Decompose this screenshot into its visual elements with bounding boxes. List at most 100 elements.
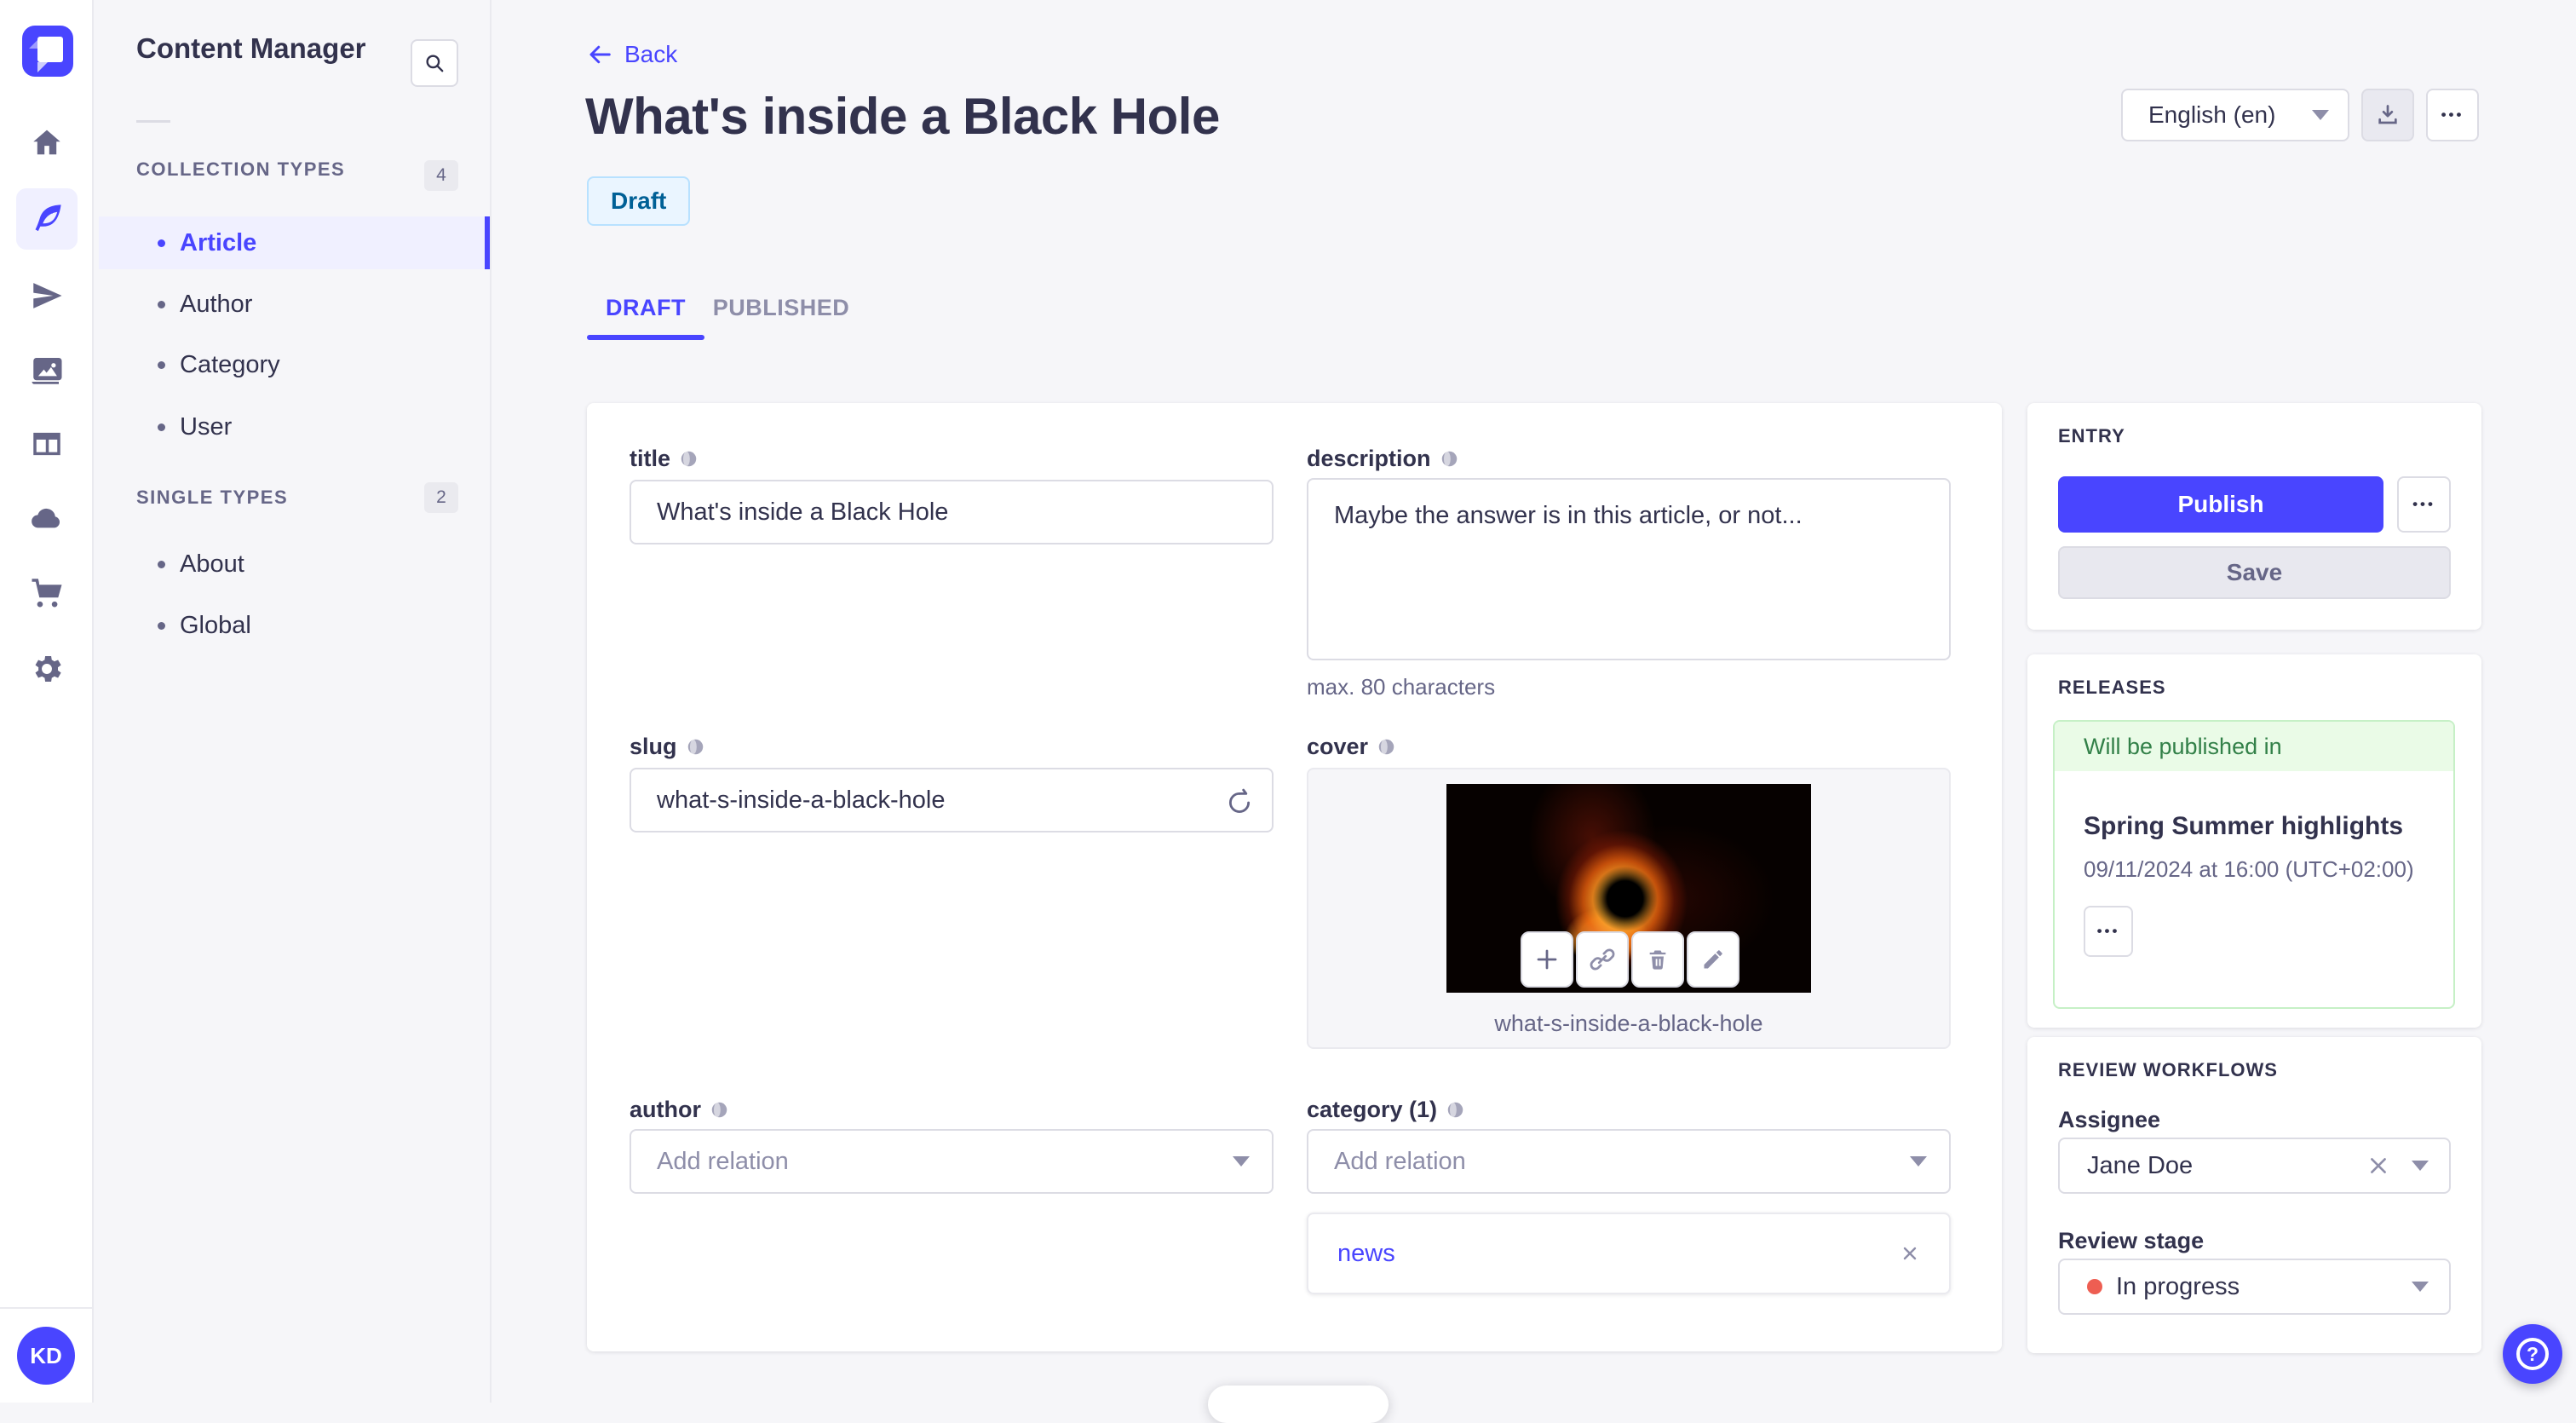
content-manager-sidebar: Content Manager COLLECTION TYPES 4 Artic… [94, 0, 492, 1403]
cover-asset-card: what-s-inside-a-black-hole [1307, 768, 1951, 1049]
home-icon[interactable] [16, 112, 78, 174]
refresh-icon [1228, 788, 1251, 813]
slug-input[interactable] [630, 768, 1274, 832]
review-stage-combobox[interactable]: In progress [2058, 1259, 2451, 1315]
copy-link-button[interactable] [1576, 931, 1629, 988]
entry-panel-title: ENTRY [2058, 425, 2125, 446]
ellipsis-icon: ••• [2412, 496, 2435, 512]
title-input[interactable] [630, 480, 1274, 544]
bullet-icon [158, 423, 165, 431]
chevron-down-icon [1233, 1156, 1250, 1167]
search-button[interactable] [411, 39, 458, 87]
arrow-left-icon [589, 45, 611, 64]
edit-asset-button[interactable] [1687, 931, 1739, 988]
single-types-count: 2 [424, 482, 458, 513]
bullet-icon [158, 360, 165, 369]
entry-more-button[interactable]: ••• [2397, 476, 2451, 533]
save-button[interactable]: Save [2058, 546, 2451, 599]
user-avatar[interactable]: KD [17, 1327, 75, 1385]
pagination-pill[interactable] [1208, 1386, 1389, 1423]
tab-published[interactable]: PUBLISHED [704, 281, 858, 334]
header-more-button[interactable]: ••• [2426, 89, 2479, 141]
tab-draft[interactable]: DRAFT [587, 281, 704, 334]
remove-relation-icon[interactable] [1900, 1243, 1920, 1264]
send-plane-icon[interactable] [16, 265, 78, 326]
sidebar-divider [136, 120, 170, 123]
chevron-down-icon [1910, 1156, 1927, 1167]
sidebar-title: Content Manager [136, 32, 366, 64]
category-relation-combobox[interactable]: Add relation [1307, 1129, 1951, 1194]
publish-button[interactable]: Publish [2058, 476, 2383, 533]
review-panel-title: REVIEW WORKFLOWS [2058, 1059, 2278, 1080]
content-type-builder-icon[interactable] [16, 413, 78, 475]
sidebar-item-author[interactable]: Author [99, 278, 490, 331]
marketplace-cart-icon[interactable] [16, 562, 78, 623]
sidebar-item-article[interactable]: Article [99, 216, 490, 269]
regenerate-slug-button[interactable] [1222, 786, 1256, 821]
category-field-label: category (1) [1307, 1097, 1464, 1123]
download-button[interactable] [2361, 89, 2414, 141]
sidebar-item-user[interactable]: User [99, 400, 490, 453]
pencil-icon [1704, 950, 1722, 969]
chevron-down-icon [2312, 110, 2329, 120]
globe-icon [711, 1102, 727, 1118]
author-field-label: author [630, 1097, 728, 1123]
download-icon [2378, 105, 2397, 124]
back-link[interactable]: Back [587, 41, 677, 68]
rail-divider [0, 1307, 92, 1309]
description-textarea[interactable]: Maybe the answer is in this article, or … [1307, 478, 1951, 660]
clear-assignee-icon[interactable] [2367, 1155, 2389, 1177]
cover-filename: what-s-inside-a-black-hole [1494, 1011, 1763, 1036]
sidebar-item-global[interactable]: Global [99, 599, 490, 652]
ellipsis-icon: ••• [2441, 107, 2464, 123]
stage-status-dot [2087, 1279, 2102, 1294]
globe-icon [1447, 1102, 1463, 1118]
bullet-icon [158, 239, 165, 247]
release-more-button[interactable]: ••• [2084, 906, 2133, 957]
chevron-down-icon [2412, 1282, 2429, 1292]
collection-types-heading: COLLECTION TYPES [136, 158, 346, 180]
releases-panel: RELEASES Will be published in Spring Sum… [2027, 654, 2481, 1028]
content-manager-feather-icon[interactable] [16, 188, 78, 250]
bullet-icon [158, 621, 165, 630]
delete-asset-button[interactable] [1631, 931, 1684, 988]
link-icon [1590, 948, 1615, 971]
globe-icon [1378, 739, 1394, 755]
releases-panel-title: RELEASES [2058, 677, 2166, 698]
cover-field-label: cover [1307, 734, 1395, 760]
plus-icon [1537, 949, 1557, 970]
entry-panel: ENTRY Publish ••• Save [2027, 403, 2481, 630]
cloud-icon[interactable] [16, 487, 78, 549]
category-relation-item: news [1307, 1213, 1951, 1294]
globe-icon [687, 739, 703, 755]
settings-gear-icon[interactable] [16, 638, 78, 700]
bullet-icon [158, 300, 165, 308]
media-library-icon[interactable] [16, 339, 78, 400]
description-hint: max. 80 characters [1307, 674, 1496, 700]
locale-select[interactable]: English (en) [2121, 89, 2349, 141]
trash-icon [1649, 950, 1666, 970]
chevron-down-icon [2412, 1161, 2429, 1171]
title-field-label: title [630, 446, 698, 472]
release-status: Will be published in [2055, 722, 2453, 771]
author-relation-combobox[interactable]: Add relation [630, 1129, 1274, 1194]
sidebar-item-category[interactable]: Category [99, 338, 490, 391]
bullet-icon [158, 560, 165, 568]
release-name[interactable]: Spring Summer highlights [2084, 812, 2403, 841]
sidebar-item-about[interactable]: About [99, 538, 490, 591]
assignee-label: Assignee [2058, 1107, 2161, 1132]
page-title: What's inside a Black Hole [585, 88, 1220, 145]
add-asset-button[interactable] [1521, 931, 1573, 988]
strapi-logo-icon[interactable] [22, 26, 73, 77]
globe-icon [1441, 451, 1457, 467]
help-button[interactable]: ? [2503, 1324, 2562, 1384]
release-date: 09/11/2024 at 16:00 (UTC+02:00) [2084, 856, 2414, 882]
release-card: Will be published in Spring Summer highl… [2053, 720, 2455, 1009]
slug-field-label: slug [630, 734, 704, 760]
review-workflows-panel: REVIEW WORKFLOWS Assignee Jane Doe Revie… [2027, 1037, 2481, 1353]
active-tab-indicator [587, 335, 704, 340]
relation-link-news[interactable]: news [1337, 1240, 1395, 1268]
description-field-label: description [1307, 446, 1458, 472]
assignee-combobox[interactable]: Jane Doe [2058, 1138, 2451, 1194]
collection-types-count: 4 [424, 160, 458, 191]
